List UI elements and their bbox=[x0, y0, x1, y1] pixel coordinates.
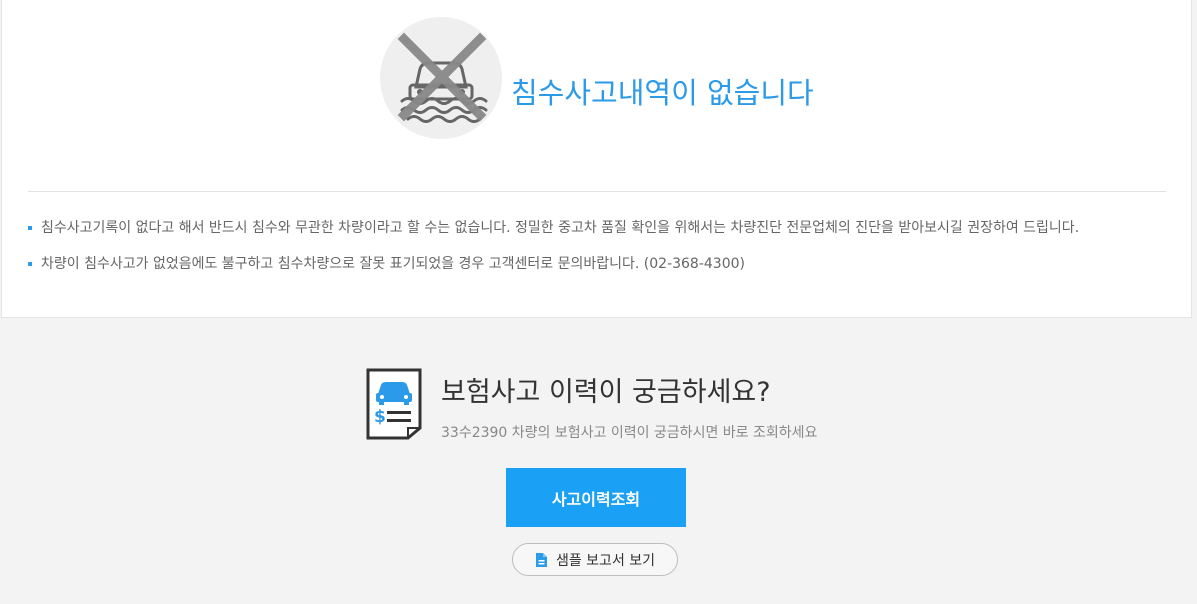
notice-item: 차량이 침수사고가 없었음에도 불구하고 침수차량으로 잘못 표기되었을 경우 … bbox=[28, 254, 1079, 274]
notice-text: 차량이 침수사고가 없었음에도 불구하고 침수차량으로 잘못 표기되었을 경우 … bbox=[41, 256, 745, 272]
document-icon bbox=[535, 552, 548, 568]
sample-report-label: 샘플 보고서 보기 bbox=[555, 552, 656, 569]
notice-list: 침수사고기록이 없다고 해서 반드시 침수와 무관한 차량이라고 할 수는 없습… bbox=[28, 218, 1079, 290]
insurance-subtitle: 33수2390 차량의 보험사고 이력이 궁금하시면 바로 조회하세요 bbox=[441, 425, 818, 441]
no-flood-record-title: 침수사고내역이 없습니다 bbox=[511, 76, 814, 110]
divider bbox=[28, 191, 1166, 192]
bullet-icon bbox=[28, 226, 32, 230]
flooded-car-crossed-icon bbox=[380, 17, 502, 139]
sample-report-button[interactable]: 샘플 보고서 보기 bbox=[512, 543, 678, 576]
accident-history-button[interactable]: 사고이력조회 bbox=[506, 468, 686, 527]
insurance-document-car-icon: $ bbox=[366, 368, 422, 440]
svg-text:$: $ bbox=[374, 407, 386, 427]
notice-item: 침수사고기록이 없다고 해서 반드시 침수와 무관한 차량이라고 할 수는 없습… bbox=[28, 218, 1079, 238]
notice-text: 침수사고기록이 없다고 해서 반드시 침수와 무관한 차량이라고 할 수는 없습… bbox=[41, 220, 1080, 236]
flood-result-card: 침수사고내역이 없습니다 침수사고기록이 없다고 해서 반드시 침수와 무관한 … bbox=[1, 0, 1192, 318]
insurance-question-title: 보험사고 이력이 궁금하세요? bbox=[441, 377, 771, 408]
bullet-icon bbox=[28, 262, 32, 266]
